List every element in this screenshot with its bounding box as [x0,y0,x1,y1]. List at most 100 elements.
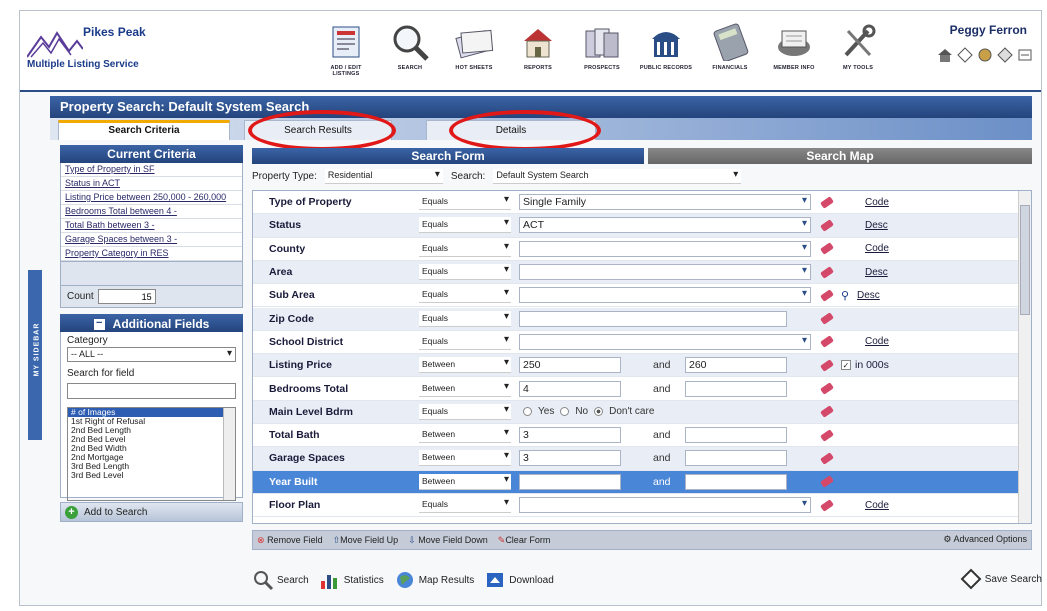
criteria-item[interactable]: Status in ACT [61,177,242,191]
nav-add-edit-listings[interactable]: ADD / EDIT LISTINGS [318,21,374,77]
operator-select[interactable]: Equals [419,333,511,350]
home-icon[interactable] [937,47,953,63]
category-select[interactable]: -- ALL -- [67,347,236,362]
in-000s-checkbox[interactable]: ✓ [841,360,851,371]
criteria-item[interactable]: Total Bath between 3 - [61,219,242,233]
operator-select[interactable]: Equals [419,240,511,257]
collapse-icon[interactable]: − [93,317,105,330]
value-select[interactable]: ACT [519,217,811,234]
min-input[interactable]: 250 [519,357,621,374]
eraser-icon[interactable] [820,452,834,465]
tab-search-map[interactable]: Search Map [648,148,1032,164]
code-link[interactable]: Code [865,197,889,208]
value-select[interactable] [519,264,811,281]
eraser-icon[interactable] [820,475,834,489]
clear-form-button[interactable]: ✎Clear Form [498,535,551,546]
operator-select[interactable]: Between [419,357,511,374]
tab-details[interactable]: Details [426,120,596,140]
search-button[interactable]: Search [252,569,309,591]
listbox-scrollbar[interactable] [223,408,235,500]
field-listbox[interactable]: # of Images 1st Right of Refusal 2nd Bed… [67,407,236,501]
search-field-input[interactable] [67,383,236,399]
diamond-icon[interactable] [957,47,973,63]
nav-hot-sheets[interactable]: HOT SHEETS [446,21,502,71]
eraser-icon[interactable] [820,242,834,256]
property-type-select[interactable]: Residential [324,169,443,184]
operator-select[interactable]: Equals [419,310,511,327]
eraser-icon[interactable] [820,405,834,419]
eraser-icon[interactable] [820,498,834,512]
operator-select[interactable]: Equals [419,217,511,234]
criteria-item[interactable]: Bedrooms Total between 4 - [61,205,242,219]
desc-link[interactable]: Desc [865,267,888,278]
max-input[interactable] [685,427,787,444]
min-input[interactable]: 4 [519,380,621,397]
statistics-button[interactable]: Statistics [319,569,384,591]
eraser-icon[interactable] [820,312,834,325]
min-input[interactable] [519,473,621,490]
operator-select[interactable]: Equals [419,264,511,281]
radio-no[interactable] [560,407,570,417]
value-select[interactable]: Single Family [519,194,811,211]
tab-search-results[interactable]: Search Results [244,120,392,140]
operator-select[interactable]: Between [419,380,511,397]
map-results-button[interactable]: Map Results [394,569,474,591]
max-input[interactable]: 260 [685,357,787,374]
operator-select[interactable]: Equals [419,497,511,514]
code-link[interactable]: Code [865,336,889,347]
flag-icon[interactable] [977,47,993,63]
advanced-options-button[interactable]: ⚙ Advanced Options [943,534,1027,545]
desc-link[interactable]: Desc [865,220,888,231]
eraser-icon[interactable] [820,335,834,349]
scrollbar-thumb[interactable] [1020,205,1030,315]
radio-yes[interactable] [523,407,532,417]
criteria-item[interactable]: Property Category in RES [61,247,242,261]
move-down-button[interactable]: ⇩ Move Field Down [408,535,488,546]
list-item[interactable]: 3rd Bed Level [68,471,235,480]
code-link[interactable]: Code [865,500,889,511]
nav-my-tools[interactable]: MY TOOLS [830,21,886,71]
max-input[interactable] [685,380,787,397]
code-link[interactable]: Code [865,243,889,254]
operator-select[interactable]: Between [419,427,511,444]
user-name[interactable]: Peggy Ferron [950,23,1027,37]
logo[interactable]: Pikes Peak Multiple Listing Service [27,21,187,71]
saved-search-select[interactable]: Default System Search [493,169,742,184]
value-select[interactable] [519,333,811,350]
max-input[interactable] [685,473,787,490]
criteria-item[interactable]: Listing Price between 250,000 - 260,000 [61,191,242,205]
eraser-icon[interactable] [820,265,834,279]
eraser-icon[interactable] [820,358,834,372]
additional-fields-header[interactable]: − Additional Fields [60,314,243,332]
move-up-button[interactable]: ⇧Move Field Up [333,535,399,546]
operator-select[interactable]: Equals [419,403,511,420]
operator-select[interactable]: Between [419,450,511,467]
remove-field-button[interactable]: ⊗ Remove Field [257,535,323,546]
minimize-icon[interactable] [1017,47,1033,63]
nav-public-records[interactable]: PUBLIC RECORDS [638,21,694,71]
min-input[interactable]: 3 [519,450,621,467]
min-input[interactable]: 3 [519,427,621,444]
tab-search-criteria[interactable]: Search Criteria [58,120,230,140]
eraser-icon[interactable] [820,428,834,442]
grid-scrollbar[interactable] [1018,191,1031,523]
nav-reports[interactable]: REPORTS [510,21,566,71]
nav-search[interactable]: SEARCH [382,21,438,71]
operator-select[interactable]: Equals [419,287,511,304]
max-input[interactable] [685,450,787,467]
nav-financials[interactable]: FINANCIALS [702,21,758,71]
tab-search-form[interactable]: Search Form [252,148,644,164]
add-to-search-button[interactable]: + Add to Search [60,502,243,522]
operator-select[interactable]: Between [419,473,511,490]
operator-select[interactable]: Equals [419,194,511,211]
nav-member-info[interactable]: MEMBER INFO [766,21,822,71]
value-select[interactable] [519,287,811,304]
radio-dont-care[interactable] [594,407,604,417]
save-search-button[interactable]: Save Search [960,568,1042,590]
criteria-item[interactable]: Garage Spaces between 3 - [61,233,242,247]
nav-prospects[interactable]: PROSPECTS [574,21,630,71]
eraser-icon[interactable] [820,219,834,232]
lookup-icon[interactable]: ⚲ [841,289,849,302]
value-select[interactable] [519,240,811,257]
criteria-item[interactable]: Type of Property in SF [61,163,242,177]
